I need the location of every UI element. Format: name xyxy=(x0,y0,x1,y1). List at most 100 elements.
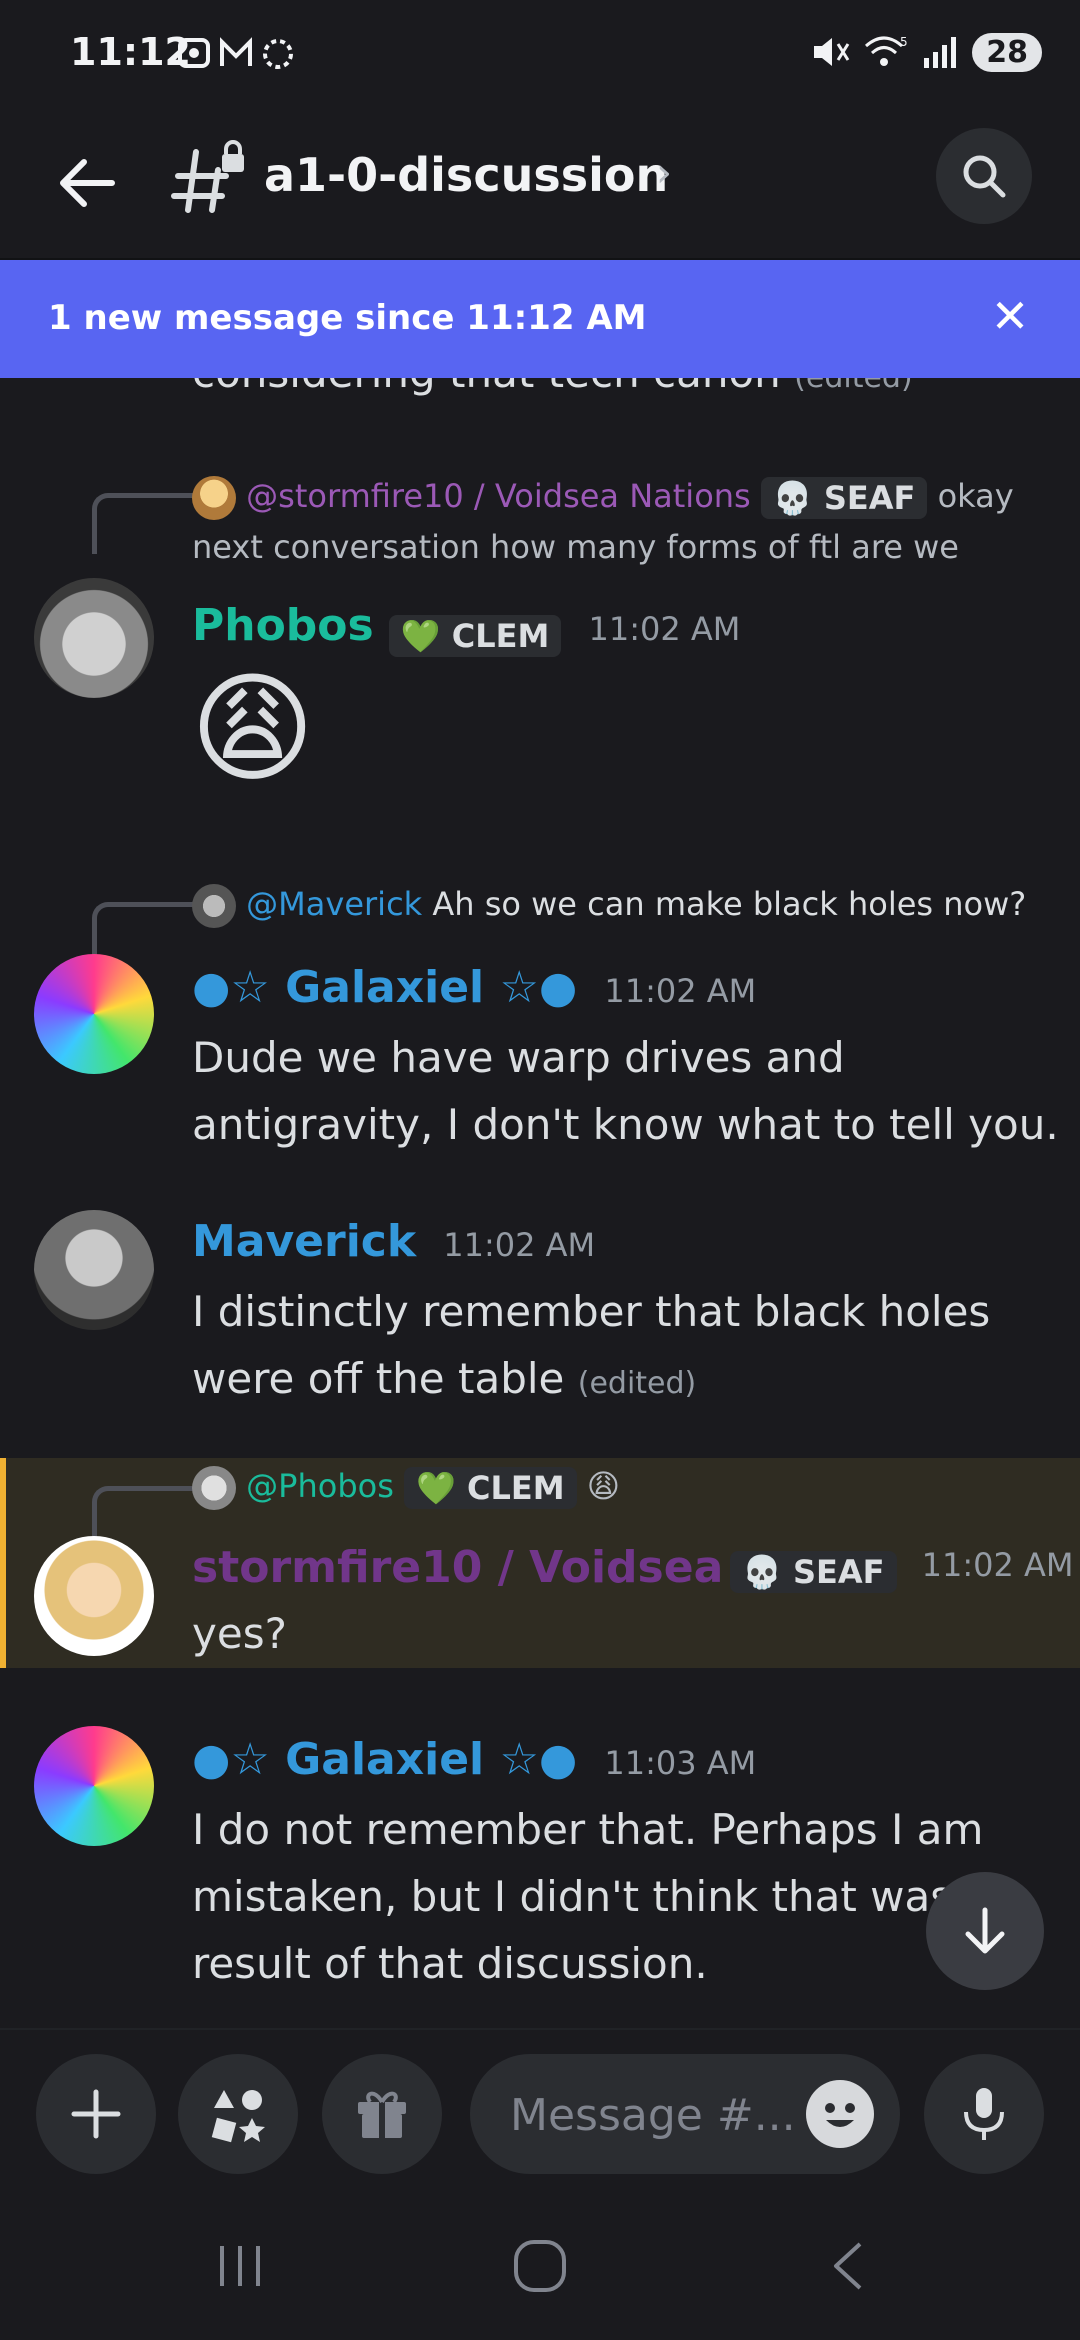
role-tag-label: SEAF xyxy=(792,1552,885,1591)
reply-text: okay xyxy=(937,477,1014,515)
role-tag: 💀 SEAF xyxy=(730,1550,897,1593)
username[interactable]: Phobos xyxy=(192,600,374,651)
reply-connector xyxy=(92,902,193,963)
status-time: 11:12 xyxy=(70,30,191,74)
username[interactable]: ●☆ Galaxiel ☆● xyxy=(192,1734,577,1785)
back-nav-button[interactable] xyxy=(820,2236,880,2300)
role-tag: 💚 CLEM xyxy=(388,614,562,657)
message-text: mistaken, but I didn't think that was t xyxy=(192,1872,982,1921)
svg-text:5: 5 xyxy=(900,35,908,49)
reply-author: @Maverick xyxy=(246,885,423,923)
system-nav-bar xyxy=(0,2198,1080,2340)
message-text: were off the table (edited) xyxy=(192,1345,696,1417)
search-icon xyxy=(963,155,1006,198)
apps-icon xyxy=(211,2090,265,2143)
reply-text-line2: next conversation how many forms of ftl … xyxy=(192,528,959,566)
chevron-right-icon[interactable]: › xyxy=(656,150,672,196)
edited-label: (edited) xyxy=(794,378,913,395)
arrow-down-icon xyxy=(965,1907,1005,1954)
timestamp: 11:02 AM xyxy=(588,610,741,648)
status-app-icons xyxy=(178,37,293,69)
channel-name[interactable]: a1-0-discussion xyxy=(264,148,668,202)
notification-icons xyxy=(178,34,328,82)
reply-preview[interactable]: @Phobos 💚 CLEM 😩 xyxy=(192,1466,620,1510)
avatar-galaxiel[interactable] xyxy=(34,1726,154,1846)
message-input[interactable]: Message #... xyxy=(470,2054,900,2174)
avatar-stormfire10[interactable] xyxy=(34,1536,154,1656)
username[interactable]: ●☆ Galaxiel ☆● xyxy=(192,962,577,1013)
timestamp: 11:03 AM xyxy=(604,1744,757,1782)
avatar-phobos[interactable] xyxy=(34,578,154,698)
timestamp: 11:02 AM xyxy=(604,972,757,1010)
message-header-meta: 💀 SEAF 11:02 AM xyxy=(730,1546,1074,1593)
reply-preview[interactable]: @stormfire10 / Voidsea Nations 💀 SEAF ok… xyxy=(192,476,1014,520)
recents-button[interactable] xyxy=(210,2236,270,2300)
add-attachment-button[interactable] xyxy=(36,2054,156,2174)
reply-role-tag: 💚 CLEM xyxy=(404,1467,577,1509)
message-list[interactable]: considering that tech canon (edited) @st… xyxy=(0,378,1080,2028)
gift-button[interactable] xyxy=(322,2054,442,2174)
signal-icon xyxy=(924,37,957,68)
emoji-picker-button[interactable] xyxy=(806,2080,874,2148)
plus-icon xyxy=(71,2089,121,2139)
status-right: 5 28 xyxy=(810,30,1042,74)
microphone-icon xyxy=(964,2088,1004,2140)
reply-role-tag-label: SEAF xyxy=(823,479,916,517)
reply-author: @Phobos xyxy=(246,1467,394,1505)
reply-avatar xyxy=(192,476,236,520)
message-text: antigravity, I don't know what to tell y… xyxy=(192,1100,1059,1149)
partial-message: considering that tech canon (edited) xyxy=(192,378,913,397)
emoji-message: 😩 xyxy=(190,660,316,799)
message-header: ●☆ Galaxiel ☆● 11:02 AM xyxy=(192,962,756,1013)
avatar-maverick[interactable] xyxy=(34,1210,154,1330)
username-text: Galaxiel xyxy=(285,1734,485,1785)
username[interactable]: stormfire10 / Voidsea ... xyxy=(192,1542,789,1593)
reply-avatar xyxy=(192,884,236,928)
search-button[interactable] xyxy=(936,128,1032,224)
arrow-left-icon xyxy=(60,159,115,207)
jump-to-present-button[interactable] xyxy=(926,1872,1044,1990)
message-composer: Message #... xyxy=(0,2028,1080,2200)
wifi-icon: 5 xyxy=(865,35,908,66)
recents-icon xyxy=(220,2246,260,2286)
reply-connector xyxy=(92,493,193,554)
home-icon xyxy=(514,2240,566,2292)
smiley-icon xyxy=(825,2103,855,2127)
avatar-galaxiel[interactable] xyxy=(34,954,154,1074)
new-messages-banner[interactable]: 1 new message since 11:12 AM ✕ xyxy=(0,260,1080,378)
apps-button[interactable] xyxy=(178,2054,298,2174)
gift-icon xyxy=(358,2091,406,2138)
voice-message-button[interactable] xyxy=(924,2054,1044,2174)
home-button[interactable] xyxy=(510,2236,570,2300)
back-nav-icon xyxy=(834,2242,862,2290)
message-input-placeholder: Message #... xyxy=(510,2090,796,2141)
locked-channel-icon xyxy=(170,140,250,220)
new-messages-text: 1 new message since 11:12 AM xyxy=(48,298,647,338)
reply-text: Ah so we can make black holes now? xyxy=(432,885,1027,923)
status-bar: 11:12 5 28 xyxy=(0,0,1080,110)
message-text: I do not remember that. Perhaps I am xyxy=(192,1805,984,1854)
username-text: Galaxiel xyxy=(285,962,485,1013)
message-header: Maverick 11:02 AM xyxy=(192,1216,595,1267)
close-icon[interactable]: ✕ xyxy=(980,286,1040,346)
back-button[interactable] xyxy=(52,148,122,218)
star-icon: ●☆ xyxy=(192,1734,286,1785)
message-text-line2: were off the table xyxy=(192,1354,565,1403)
message-header: stormfire10 / Voidsea ... xyxy=(192,1542,789,1593)
mute-icon xyxy=(814,38,850,66)
message-text: yes? xyxy=(192,1609,287,1658)
battery-indicator: 28 xyxy=(972,32,1042,72)
message-text: Dude we have warp drives and xyxy=(192,1033,845,1082)
message-header: Phobos 💚 CLEM 11:02 AM xyxy=(192,600,740,657)
username[interactable]: Maverick xyxy=(192,1216,416,1267)
role-tag-label: CLEM xyxy=(451,616,550,655)
partial-message-text: considering that tech canon xyxy=(192,378,781,397)
reply-preview[interactable]: @Maverick Ah so we can make black holes … xyxy=(192,884,1026,928)
star-icon: ●☆ xyxy=(192,962,286,1013)
reply-avatar xyxy=(192,1466,236,1510)
message-text: result of that discussion. xyxy=(192,1939,708,1988)
timestamp: 11:02 AM xyxy=(921,1546,1074,1584)
star-icon: ☆● xyxy=(484,1734,578,1785)
star-icon: ☆● xyxy=(484,962,578,1013)
message-header: ●☆ Galaxiel ☆● 11:03 AM xyxy=(192,1734,756,1785)
